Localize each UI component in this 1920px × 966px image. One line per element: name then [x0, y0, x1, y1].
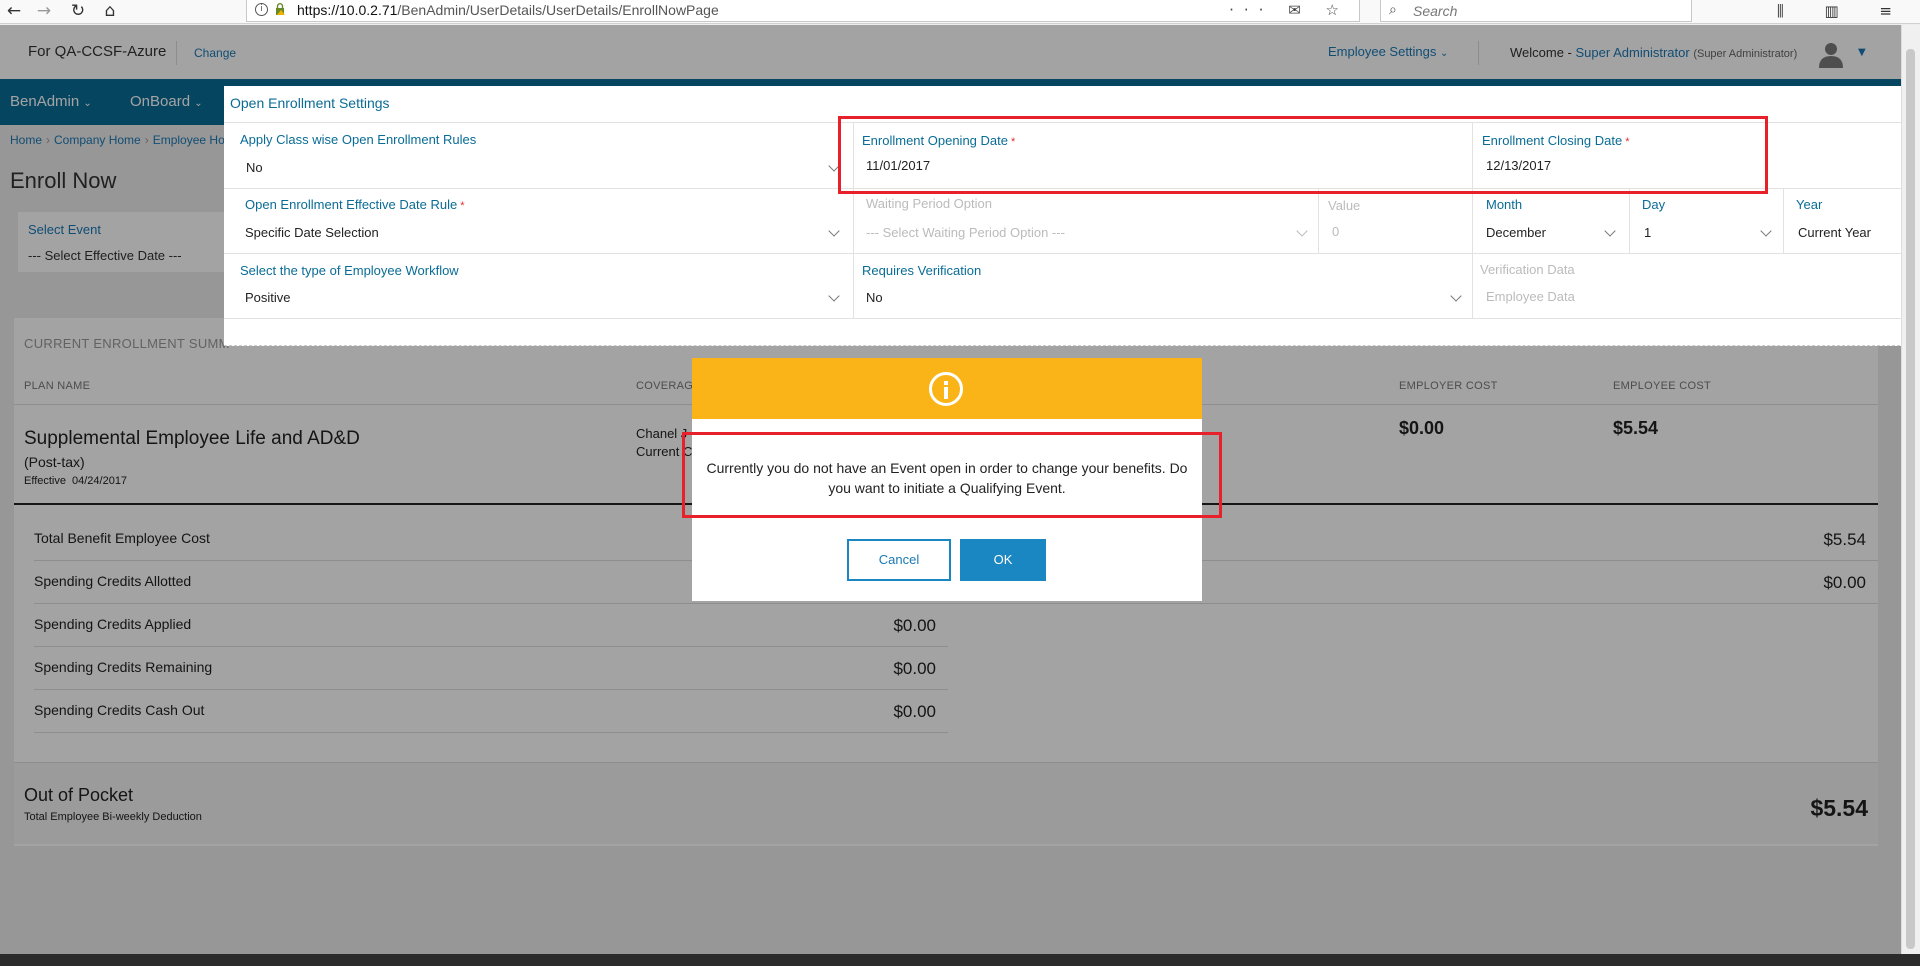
month-select[interactable]: December — [1486, 225, 1546, 240]
day-select[interactable]: 1 — [1644, 225, 1651, 240]
class-rules-label: Apply Class wise Open Enrollment Rules — [240, 132, 477, 147]
browser-toolbar: ← → ↻ ⌂ i https://10.0.2.71/BenAdmin/Use… — [0, 0, 1920, 24]
home-icon[interactable]: ⌂ — [98, 0, 122, 24]
year-label: Year — [1796, 197, 1823, 212]
info-icon-bar — [944, 387, 948, 399]
dialog-header — [692, 358, 1202, 419]
divider — [1318, 188, 1319, 253]
info-icon-dot — [944, 381, 948, 385]
library-sidebar-menu-icons[interactable]: ⫼ ▥ ≡ — [1777, 0, 1910, 22]
divider — [224, 253, 1920, 254]
verification-label: Requires Verification — [862, 263, 982, 278]
chevron-down-icon — [1760, 225, 1772, 237]
footer-bar — [0, 954, 1920, 966]
highlight-message — [682, 432, 1222, 518]
divider — [1783, 188, 1784, 253]
waiting-period-select[interactable]: --- Select Waiting Period Option --- — [866, 225, 1065, 240]
scrollbar-thumb[interactable] — [1906, 49, 1915, 949]
day-label: Day — [1642, 197, 1666, 212]
effective-rule-select[interactable]: Specific Date Selection — [245, 225, 379, 240]
cancel-button[interactable]: Cancel — [847, 539, 951, 581]
info-icon — [929, 372, 963, 406]
verification-select[interactable]: No — [866, 290, 883, 305]
lock-warning-icon[interactable] — [275, 3, 285, 15]
scrollbar[interactable] — [1901, 25, 1920, 954]
page-actions-icon[interactable]: ··· ✉ ☆ — [1229, 0, 1349, 20]
month-label: Month — [1486, 197, 1523, 212]
ok-button[interactable]: OK — [960, 539, 1046, 581]
chevron-down-icon — [1604, 225, 1616, 237]
value-input[interactable]: 0 — [1332, 224, 1339, 239]
url-bar[interactable]: i https://10.0.2.71/BenAdmin/UserDetails… — [246, 0, 1360, 22]
value-label: Value — [1328, 198, 1361, 213]
reload-icon[interactable]: ↻ — [66, 0, 90, 24]
url-host: https://10.0.2.71 — [297, 2, 398, 18]
verification-data-input[interactable]: Employee Data — [1486, 289, 1575, 304]
effective-rule-label-text: Open Enrollment Effective Date Rule — [245, 197, 458, 212]
verification-data-label: Verification Data — [1480, 262, 1575, 277]
required-mark: * — [460, 200, 465, 212]
chevron-down-icon — [828, 290, 840, 302]
search-icon: ⌕ — [1389, 2, 1397, 18]
workflow-select[interactable]: Positive — [245, 290, 291, 305]
url-path: /BenAdmin/UserDetails/UserDetails/Enroll… — [397, 2, 719, 18]
divider — [224, 318, 1920, 319]
effective-rule-label: Open Enrollment Effective Date Rule * — [245, 197, 464, 212]
chevron-down-icon — [828, 225, 840, 237]
chevron-down-icon — [1450, 290, 1462, 302]
highlight-dates — [838, 116, 1768, 194]
workflow-label: Select the type of Employee Workflow — [240, 263, 459, 278]
year-select[interactable]: Current Year — [1798, 225, 1871, 240]
chevron-down-icon — [1296, 225, 1308, 237]
back-icon[interactable]: ← — [2, 0, 26, 24]
divider — [1629, 188, 1630, 253]
search-placeholder: Search — [1413, 3, 1458, 19]
forward-icon[interactable]: → — [32, 0, 56, 24]
url-text: https://10.0.2.71/BenAdmin/UserDetails/U… — [297, 2, 719, 18]
info-icon[interactable]: i — [255, 3, 268, 16]
waiting-period-label: Waiting Period Option — [866, 196, 992, 211]
class-rules-select[interactable]: No — [246, 160, 263, 175]
panel-title: Open Enrollment Settings — [230, 95, 390, 111]
browser-search-input[interactable]: ⌕ Search — [1380, 0, 1692, 22]
